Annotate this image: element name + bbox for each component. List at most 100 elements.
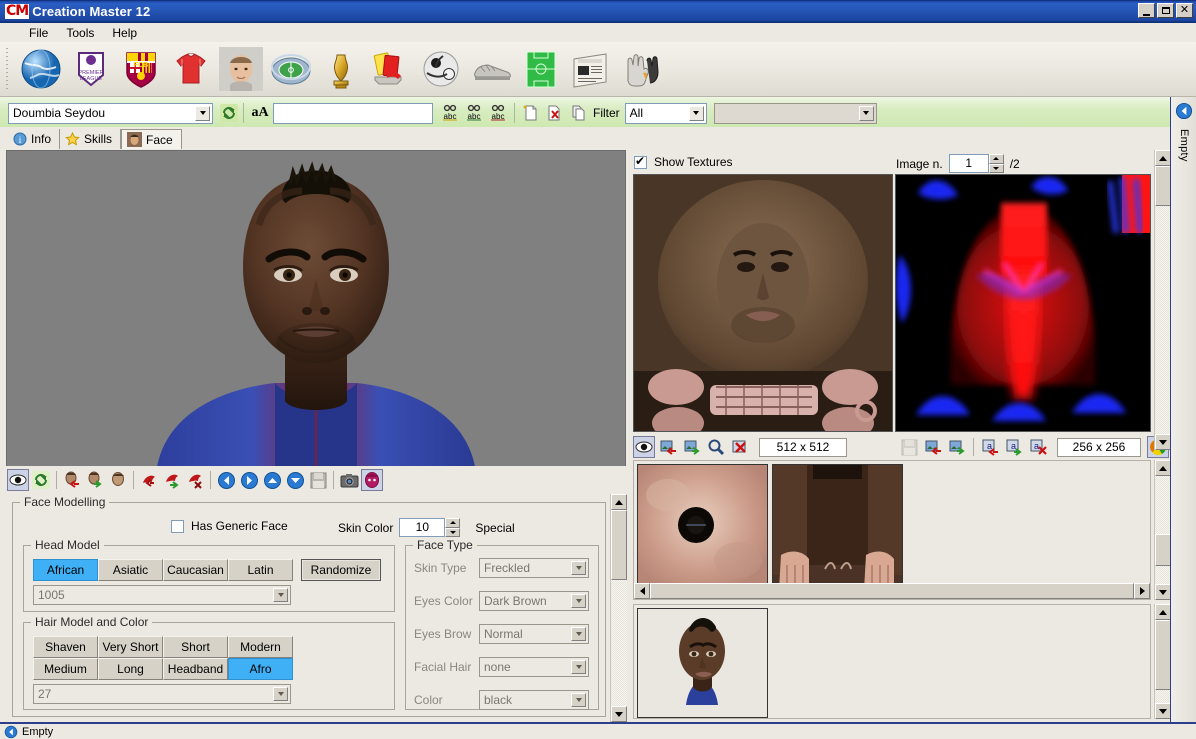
- match-case-icon[interactable]: aA: [247, 102, 273, 124]
- face-modelling-scrollbar[interactable]: [610, 494, 627, 722]
- skin-color-value[interactable]: 10: [399, 518, 446, 537]
- export-head-icon[interactable]: [84, 469, 106, 491]
- export-hair-icon[interactable]: [161, 469, 183, 491]
- chevron-down-icon[interactable]: [273, 687, 288, 701]
- scroll-up-button[interactable]: [1155, 150, 1171, 166]
- eye-texture-thumb[interactable]: [637, 464, 768, 591]
- tab-info[interactable]: i Info: [8, 129, 61, 149]
- scroll-left-button[interactable]: [634, 583, 650, 599]
- right-dock[interactable]: Empty: [1170, 97, 1196, 722]
- delete-alpha-icon[interactable]: a: [1027, 436, 1049, 458]
- hair-short[interactable]: Short: [163, 636, 228, 658]
- image-number-decrement[interactable]: [988, 163, 1004, 173]
- chevron-down-icon[interactable]: [571, 660, 586, 674]
- toolbar-grip[interactable]: [3, 48, 12, 90]
- find-next-abc-icon[interactable]: abc: [463, 102, 485, 124]
- delete-doc-icon[interactable]: [544, 102, 566, 124]
- head-model-african[interactable]: African: [33, 559, 98, 581]
- find-prev-abc-icon[interactable]: abc: [487, 102, 509, 124]
- maximize-button[interactable]: [1157, 3, 1174, 18]
- menu-file[interactable]: File: [20, 24, 57, 42]
- back-arrow-icon[interactable]: [4, 725, 18, 739]
- texture-thumbnail-list[interactable]: [633, 460, 1151, 600]
- skin-color-decrement[interactable]: [445, 527, 461, 537]
- chevron-down-icon[interactable]: [688, 105, 704, 121]
- scroll-thumb[interactable]: [1155, 620, 1171, 690]
- stadium-icon[interactable]: [266, 44, 316, 94]
- filter-combo[interactable]: All: [624, 102, 707, 124]
- texture-thumbs-scrollbar[interactable]: [1154, 460, 1171, 600]
- club-crest-icon[interactable]: FCB: [116, 44, 166, 94]
- reset-head-icon[interactable]: [107, 469, 129, 491]
- save-icon[interactable]: [307, 469, 329, 491]
- chevron-down-icon[interactable]: [195, 105, 210, 121]
- eyes-brow-dropdown[interactable]: Normal: [479, 624, 589, 644]
- save-icon[interactable]: [898, 436, 920, 458]
- scroll-thumb[interactable]: [1155, 534, 1171, 566]
- hair-long[interactable]: Long: [98, 658, 163, 680]
- secondary-filter-combo[interactable]: [713, 102, 877, 124]
- export-texture-icon[interactable]: [946, 436, 968, 458]
- import-texture-icon[interactable]: [922, 436, 944, 458]
- refresh-icon[interactable]: [218, 102, 240, 124]
- skin-color-stepper[interactable]: 10: [399, 518, 461, 537]
- head-model-id-dropdown[interactable]: 1005: [33, 585, 291, 605]
- player-select-combo[interactable]: Doumbia Seydou: [8, 102, 213, 124]
- scroll-up-button[interactable]: [1155, 460, 1171, 476]
- head-color-icon[interactable]: [361, 469, 383, 491]
- cards-icon[interactable]: [366, 44, 416, 94]
- gloves-icon[interactable]: [616, 44, 666, 94]
- facial-hair-dropdown[interactable]: none: [479, 657, 589, 677]
- hair-medium[interactable]: Medium: [33, 658, 98, 680]
- jersey-icon[interactable]: [166, 44, 216, 94]
- rotate-right-icon[interactable]: [238, 469, 260, 491]
- image-number-value[interactable]: 1: [948, 154, 989, 173]
- delete-texture-icon[interactable]: [729, 436, 751, 458]
- boots-icon[interactable]: [466, 44, 516, 94]
- close-button[interactable]: ✕: [1176, 3, 1193, 18]
- trophy-icon[interactable]: [316, 44, 366, 94]
- color-dropdown[interactable]: black: [479, 690, 589, 710]
- rotate-up-icon[interactable]: [261, 469, 283, 491]
- chevron-down-icon[interactable]: [571, 693, 586, 707]
- scroll-up-button[interactable]: [1155, 604, 1171, 620]
- has-generic-face-checkbox[interactable]: [171, 519, 184, 533]
- image-number-stepper[interactable]: 1: [948, 154, 1004, 173]
- pitch-icon[interactable]: [516, 44, 566, 94]
- hair-very-short[interactable]: Very Short: [98, 636, 163, 658]
- chevron-down-icon[interactable]: [571, 594, 586, 608]
- scroll-thumb[interactable]: [611, 510, 627, 580]
- textures-scrollbar[interactable]: [1154, 150, 1171, 450]
- zoom-texture-icon[interactable]: [705, 436, 727, 458]
- ball-icon[interactable]: [416, 44, 466, 94]
- show-textures-checkbox[interactable]: [634, 154, 647, 169]
- preview-eye-icon[interactable]: [7, 469, 29, 491]
- new-doc-icon[interactable]: [520, 102, 542, 124]
- hair-modern[interactable]: Modern: [228, 636, 293, 658]
- preview-thumbnail-list[interactable]: [633, 604, 1151, 719]
- eyes-color-dropdown[interactable]: Dark Brown: [479, 591, 589, 611]
- chevron-down-icon[interactable]: [571, 627, 586, 641]
- find-abc-icon[interactable]: abc: [439, 102, 461, 124]
- tab-face[interactable]: Face: [121, 129, 182, 149]
- news-icon[interactable]: [566, 44, 616, 94]
- globe-icon[interactable]: [16, 44, 66, 94]
- face-3d-viewport[interactable]: [6, 150, 626, 468]
- skin-type-dropdown[interactable]: Freckled: [479, 558, 589, 578]
- menu-tools[interactable]: Tools: [57, 24, 103, 42]
- hair-shaven[interactable]: Shaven: [33, 636, 98, 658]
- copy-doc-icon[interactable]: [568, 102, 590, 124]
- scroll-track[interactable]: [1155, 166, 1171, 434]
- face-diffuse-texture[interactable]: [633, 174, 893, 432]
- face-normal-map-texture[interactable]: [895, 174, 1151, 432]
- minimize-button[interactable]: [1138, 3, 1155, 18]
- scroll-up-button[interactable]: [611, 494, 627, 510]
- hscroll-thumb[interactable]: [650, 583, 1134, 599]
- scroll-down-button[interactable]: [1155, 584, 1171, 600]
- scroll-down-button[interactable]: [1155, 434, 1171, 450]
- head-model-caucasian[interactable]: Caucasian: [163, 559, 228, 581]
- rotate-left-icon[interactable]: [215, 469, 237, 491]
- head-model-latin[interactable]: Latin: [228, 559, 293, 581]
- scroll-thumb[interactable]: [1155, 166, 1171, 206]
- face-preview-thumb[interactable]: [637, 608, 768, 718]
